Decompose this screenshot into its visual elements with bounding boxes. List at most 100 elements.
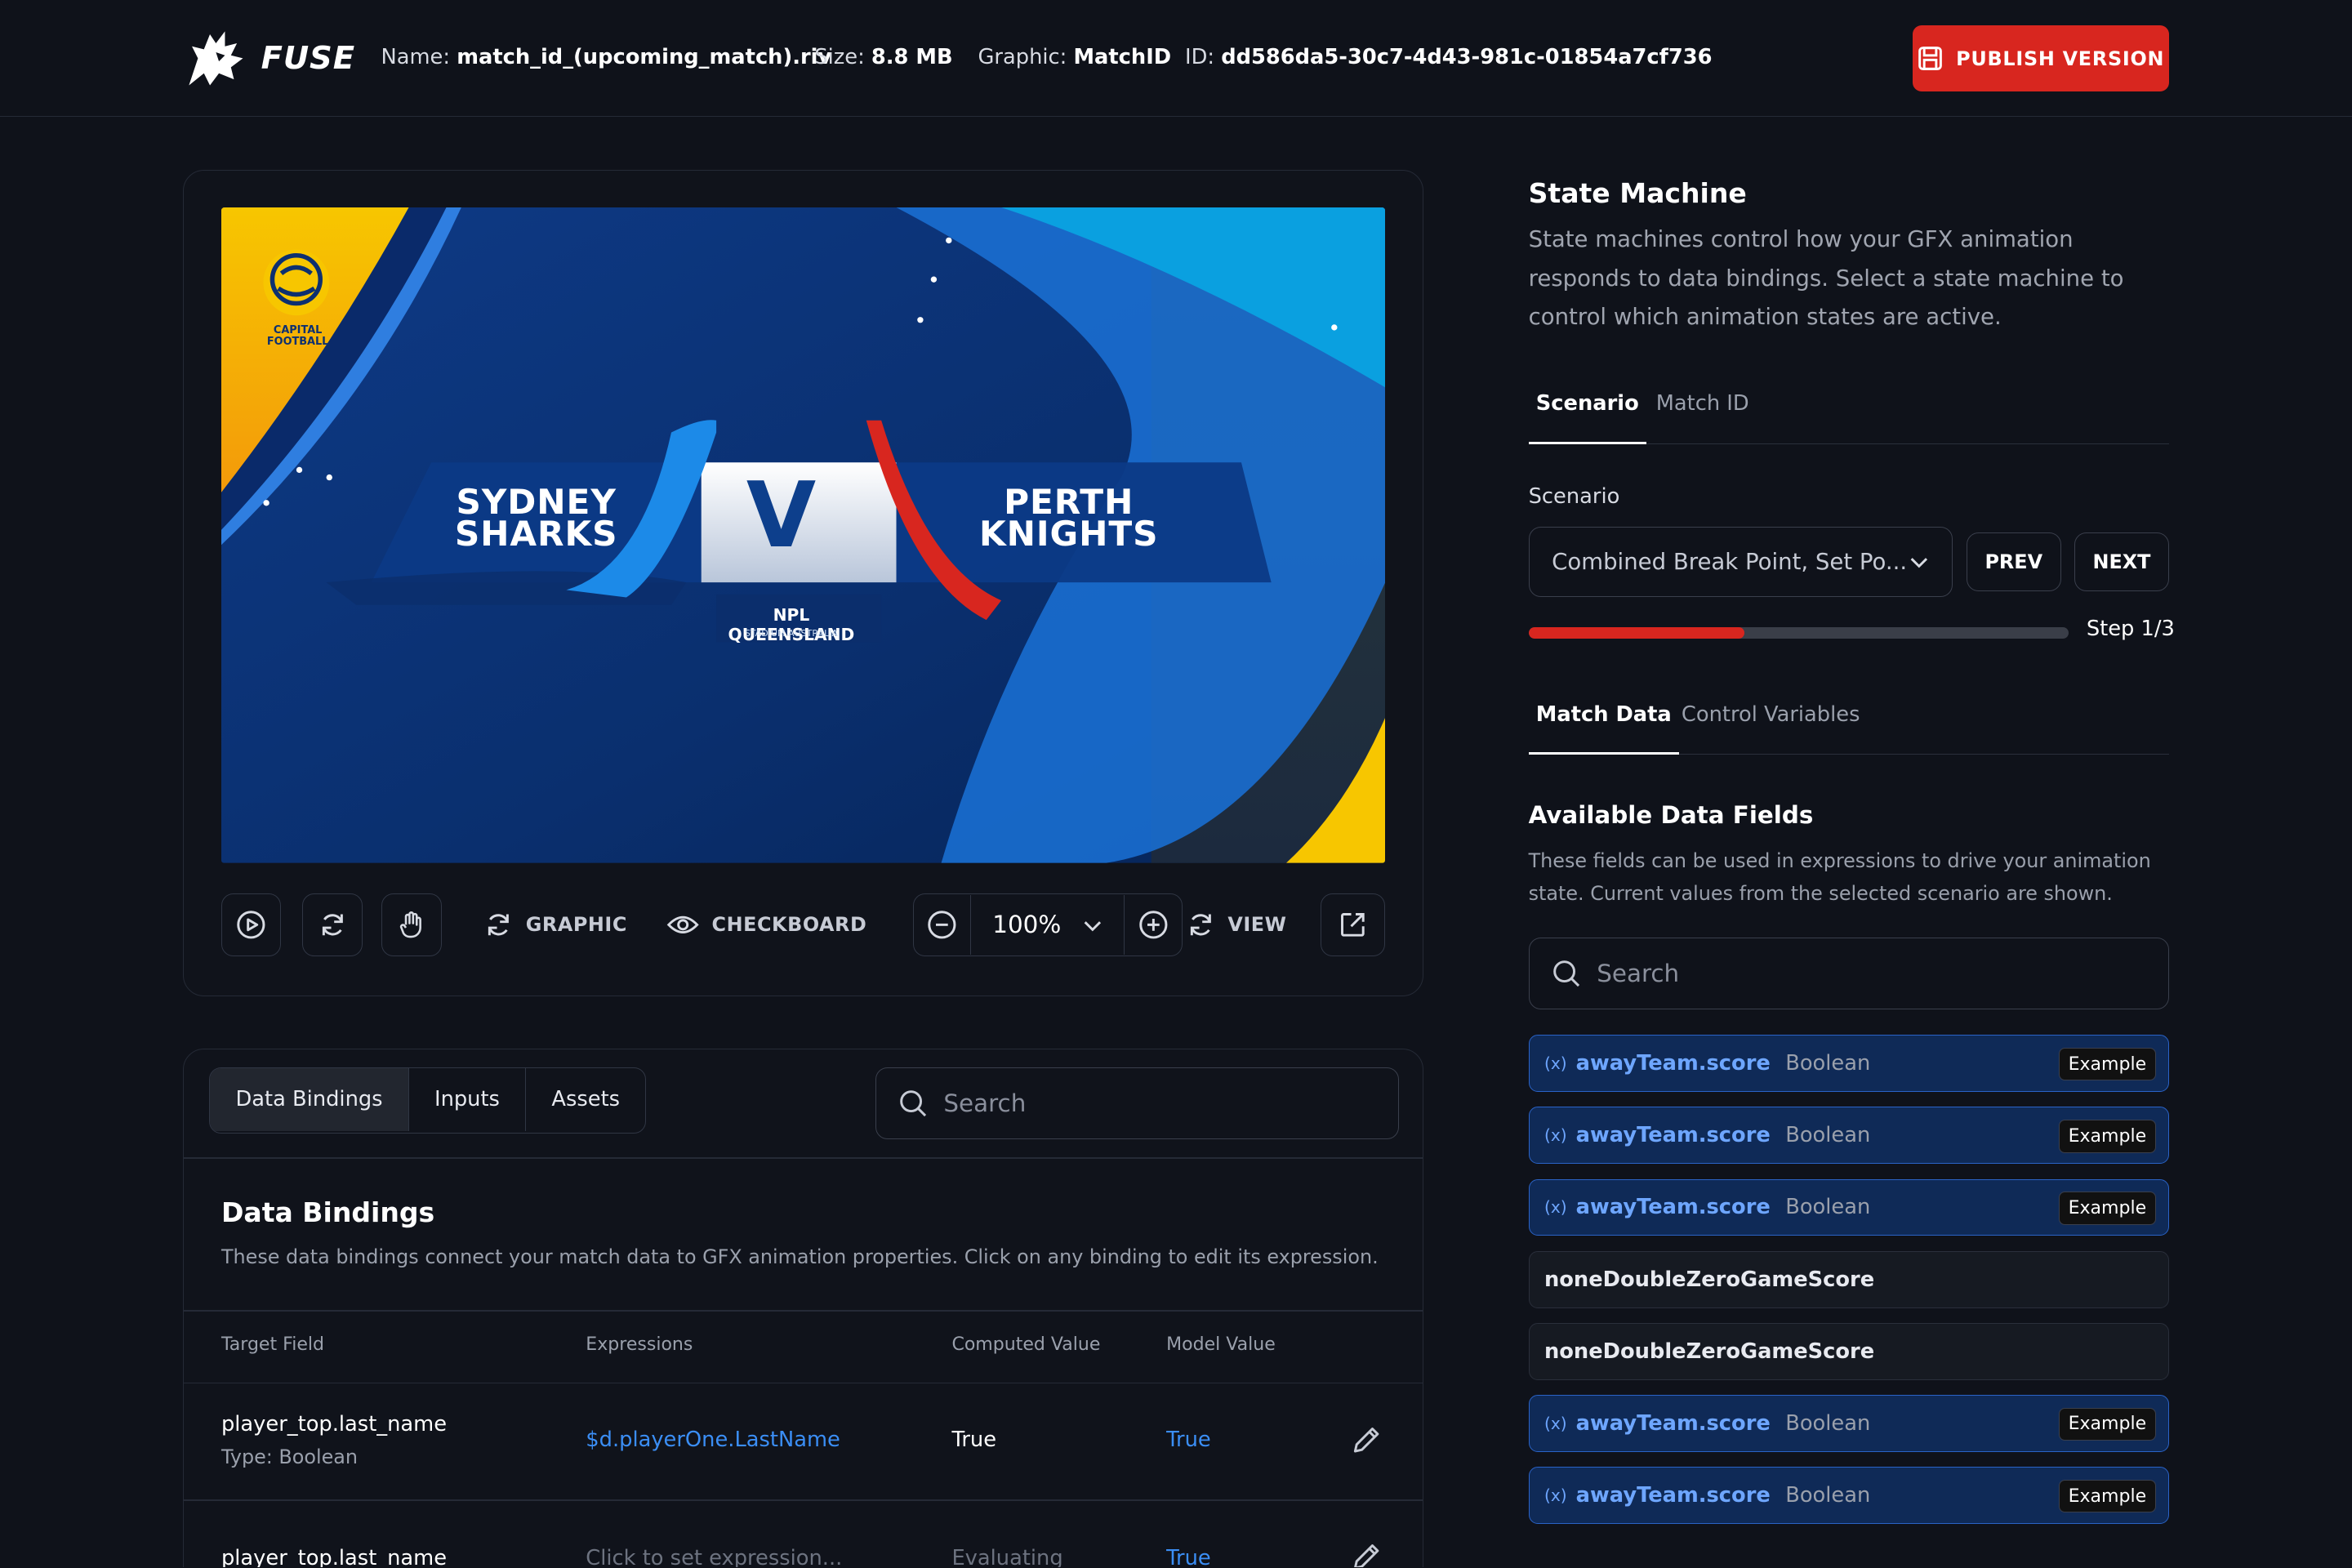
sync-icon (1190, 914, 1211, 936)
fields-search-placeholder: Search (1597, 960, 1680, 988)
play-icon (237, 911, 265, 939)
divider (184, 1157, 1423, 1159)
data-field-item[interactable]: noneDoubleZeroGameScore (1528, 1322, 2169, 1380)
step-progress-bar (1528, 626, 2069, 639)
example-badge[interactable]: Example (2058, 1192, 2157, 1225)
variable-icon: (x) (1544, 1197, 1567, 1218)
data-field-item[interactable]: (x) awayTeam.score Boolean Example (1528, 1395, 2169, 1452)
bindings-search-input[interactable]: Search (875, 1067, 1399, 1140)
preview-toolbar: GRAPHIC CHECKBOARD 100% VIEW (220, 893, 1386, 956)
prev-button[interactable]: PREV (1966, 532, 2061, 591)
data-field-item[interactable]: (x) awayTeam.score Boolean Example (1528, 1035, 2169, 1093)
bindings-description: These data bindings connect your match d… (220, 1245, 1379, 1269)
checkboard-toggle[interactable]: CHECKBOARD (666, 893, 866, 956)
tab-assets[interactable]: Assets (526, 1068, 645, 1131)
expression-value[interactable]: $d.playerOne.LastName (586, 1428, 840, 1452)
data-field-name: noneDoubleZeroGameScore (1544, 1339, 1875, 1364)
graphic-toggle-label: GRAPHIC (525, 913, 627, 937)
graphic-preview[interactable]: CAPITAL FOOTBALL SYDNEY SHARKS V PERTH KNIG… (220, 207, 1386, 864)
preview-card: CAPITAL FOOTBALL SYDNEY SHARKS V PERTH KNIG… (183, 169, 1423, 996)
example-badge[interactable]: Example (2058, 1048, 2157, 1081)
tab-match-data[interactable]: Match Data (1528, 688, 1679, 755)
data-field-item[interactable]: (x) awayTeam.score Boolean Example (1528, 1467, 2169, 1524)
club-badge-text: CAPITAL FOOTBALL (266, 323, 329, 349)
pencil-icon[interactable] (1349, 1541, 1382, 1568)
step-indicator: Step 1/3 (2086, 616, 2175, 641)
column-header-computed: Computed Value (951, 1334, 1101, 1355)
computed-value: True (951, 1427, 997, 1452)
brand-logo[interactable]: FUSE (183, 25, 355, 91)
pan-button[interactable] (381, 893, 442, 956)
example-badge[interactable]: Example (2058, 1407, 2157, 1441)
data-field-type: Boolean (1785, 1195, 1871, 1220)
model-value: True (1166, 1427, 1211, 1452)
data-bindings-card: Data Bindings Inputs Assets Search Data … (183, 1048, 1423, 1568)
divider (184, 1310, 1423, 1312)
pencil-icon[interactable] (1349, 1424, 1382, 1457)
search-icon (900, 1089, 927, 1116)
step-progress-fill (1528, 626, 1745, 639)
data-field-type: Boolean (1785, 1123, 1871, 1148)
data-field-type: Boolean (1785, 1051, 1871, 1076)
zoom-in-button[interactable] (1125, 895, 1182, 955)
data-field-item[interactable]: (x) awayTeam.score Boolean Example (1528, 1107, 2169, 1165)
reload-button[interactable] (302, 893, 363, 956)
tab-inputs[interactable]: Inputs (409, 1067, 527, 1132)
league-name: NPL QUEENSLAND (728, 605, 855, 645)
chevron-down-icon (1910, 558, 1928, 568)
view-toggle-label: VIEW (1227, 913, 1287, 937)
scenario-tabs: Scenario Match ID (1528, 378, 2169, 444)
publish-version-button[interactable]: PUBLISH VERSION (1912, 25, 2169, 92)
available-fields-title: Available Data Fields (1528, 800, 1814, 829)
tab-scenario[interactable]: Scenario (1528, 378, 1646, 444)
data-field-type: Boolean (1785, 1483, 1871, 1508)
open-external-button[interactable] (1321, 893, 1386, 956)
data-field-name: awayTeam.score (1575, 1123, 1771, 1148)
scenario-select[interactable]: Combined Break Point, Set Po... (1528, 526, 1953, 597)
example-badge[interactable]: Example (2058, 1120, 2157, 1153)
example-badge[interactable]: Example (2058, 1479, 2157, 1513)
divider (184, 1382, 1423, 1384)
publish-label: PUBLISH VERSION (1956, 47, 2165, 70)
tab-match-id[interactable]: Match ID (1656, 378, 1749, 444)
data-field-item[interactable]: noneDoubleZeroGameScore (1528, 1250, 2169, 1308)
sync-icon (488, 914, 510, 936)
refresh-icon (322, 914, 343, 936)
bindings-tab-group: Data Bindings Inputs Assets (209, 1067, 647, 1134)
data-fields-list: (x) awayTeam.score Boolean Example (x) awayTe… (1528, 1035, 2169, 1539)
computed-value: Evaluating (951, 1545, 1063, 1568)
zoom-select[interactable]: 100% (970, 894, 1125, 956)
team-right-name: PERTH KNIGHTS (978, 482, 1159, 554)
column-header-target: Target Field (220, 1334, 324, 1355)
data-field-name: awayTeam.score (1575, 1051, 1771, 1076)
column-header-expressions: Expressions (586, 1334, 693, 1355)
data-field-item[interactable]: (x) awayTeam.score Boolean Example (1528, 1178, 2169, 1236)
variable-icon: (x) (1544, 1125, 1567, 1146)
scenario-selected-value: Combined Break Point, Set Po... (1552, 548, 1908, 575)
variable-icon: (x) (1544, 1486, 1567, 1506)
tab-control-variables[interactable]: Control Variables (1682, 688, 1860, 755)
model-value: True (1166, 1545, 1211, 1568)
data-field-name: awayTeam.score (1575, 1195, 1771, 1220)
bindings-search-placeholder: Search (943, 1089, 1027, 1117)
eye-icon (667, 915, 700, 934)
play-button[interactable] (220, 893, 282, 956)
next-button[interactable]: NEXT (2074, 532, 2169, 591)
id-meta: ID: dd586da5-30c7-4d43-981c-01854a7cf736 (1184, 45, 1713, 70)
top-header: FUSE Name: match_id_(upcoming_match).riv… (0, 0, 2352, 118)
save-icon (1918, 47, 1943, 70)
tab-data-bindings[interactable]: Data Bindings (210, 1067, 409, 1132)
checkboard-toggle-label: CHECKBOARD (711, 913, 867, 937)
target-field: player_top.last_name (220, 1412, 448, 1437)
expression-placeholder[interactable]: Click to set expression... (586, 1546, 842, 1568)
data-tabs: Match Data Control Variables (1528, 688, 2169, 755)
zoom-out-button[interactable] (914, 895, 971, 955)
graphic-toggle[interactable]: GRAPHIC (483, 893, 627, 956)
fields-search-input[interactable]: Search (1528, 937, 2169, 1010)
team-left-name: SYDNEY SHARKS (454, 482, 618, 554)
view-toggle[interactable]: VIEW (1186, 893, 1287, 956)
state-machine-description: State machines control how your GFX anim… (1528, 225, 2124, 331)
minus-circle-icon (928, 911, 956, 939)
bindings-title: Data Bindings (220, 1196, 435, 1228)
variable-icon: (x) (1544, 1054, 1567, 1074)
